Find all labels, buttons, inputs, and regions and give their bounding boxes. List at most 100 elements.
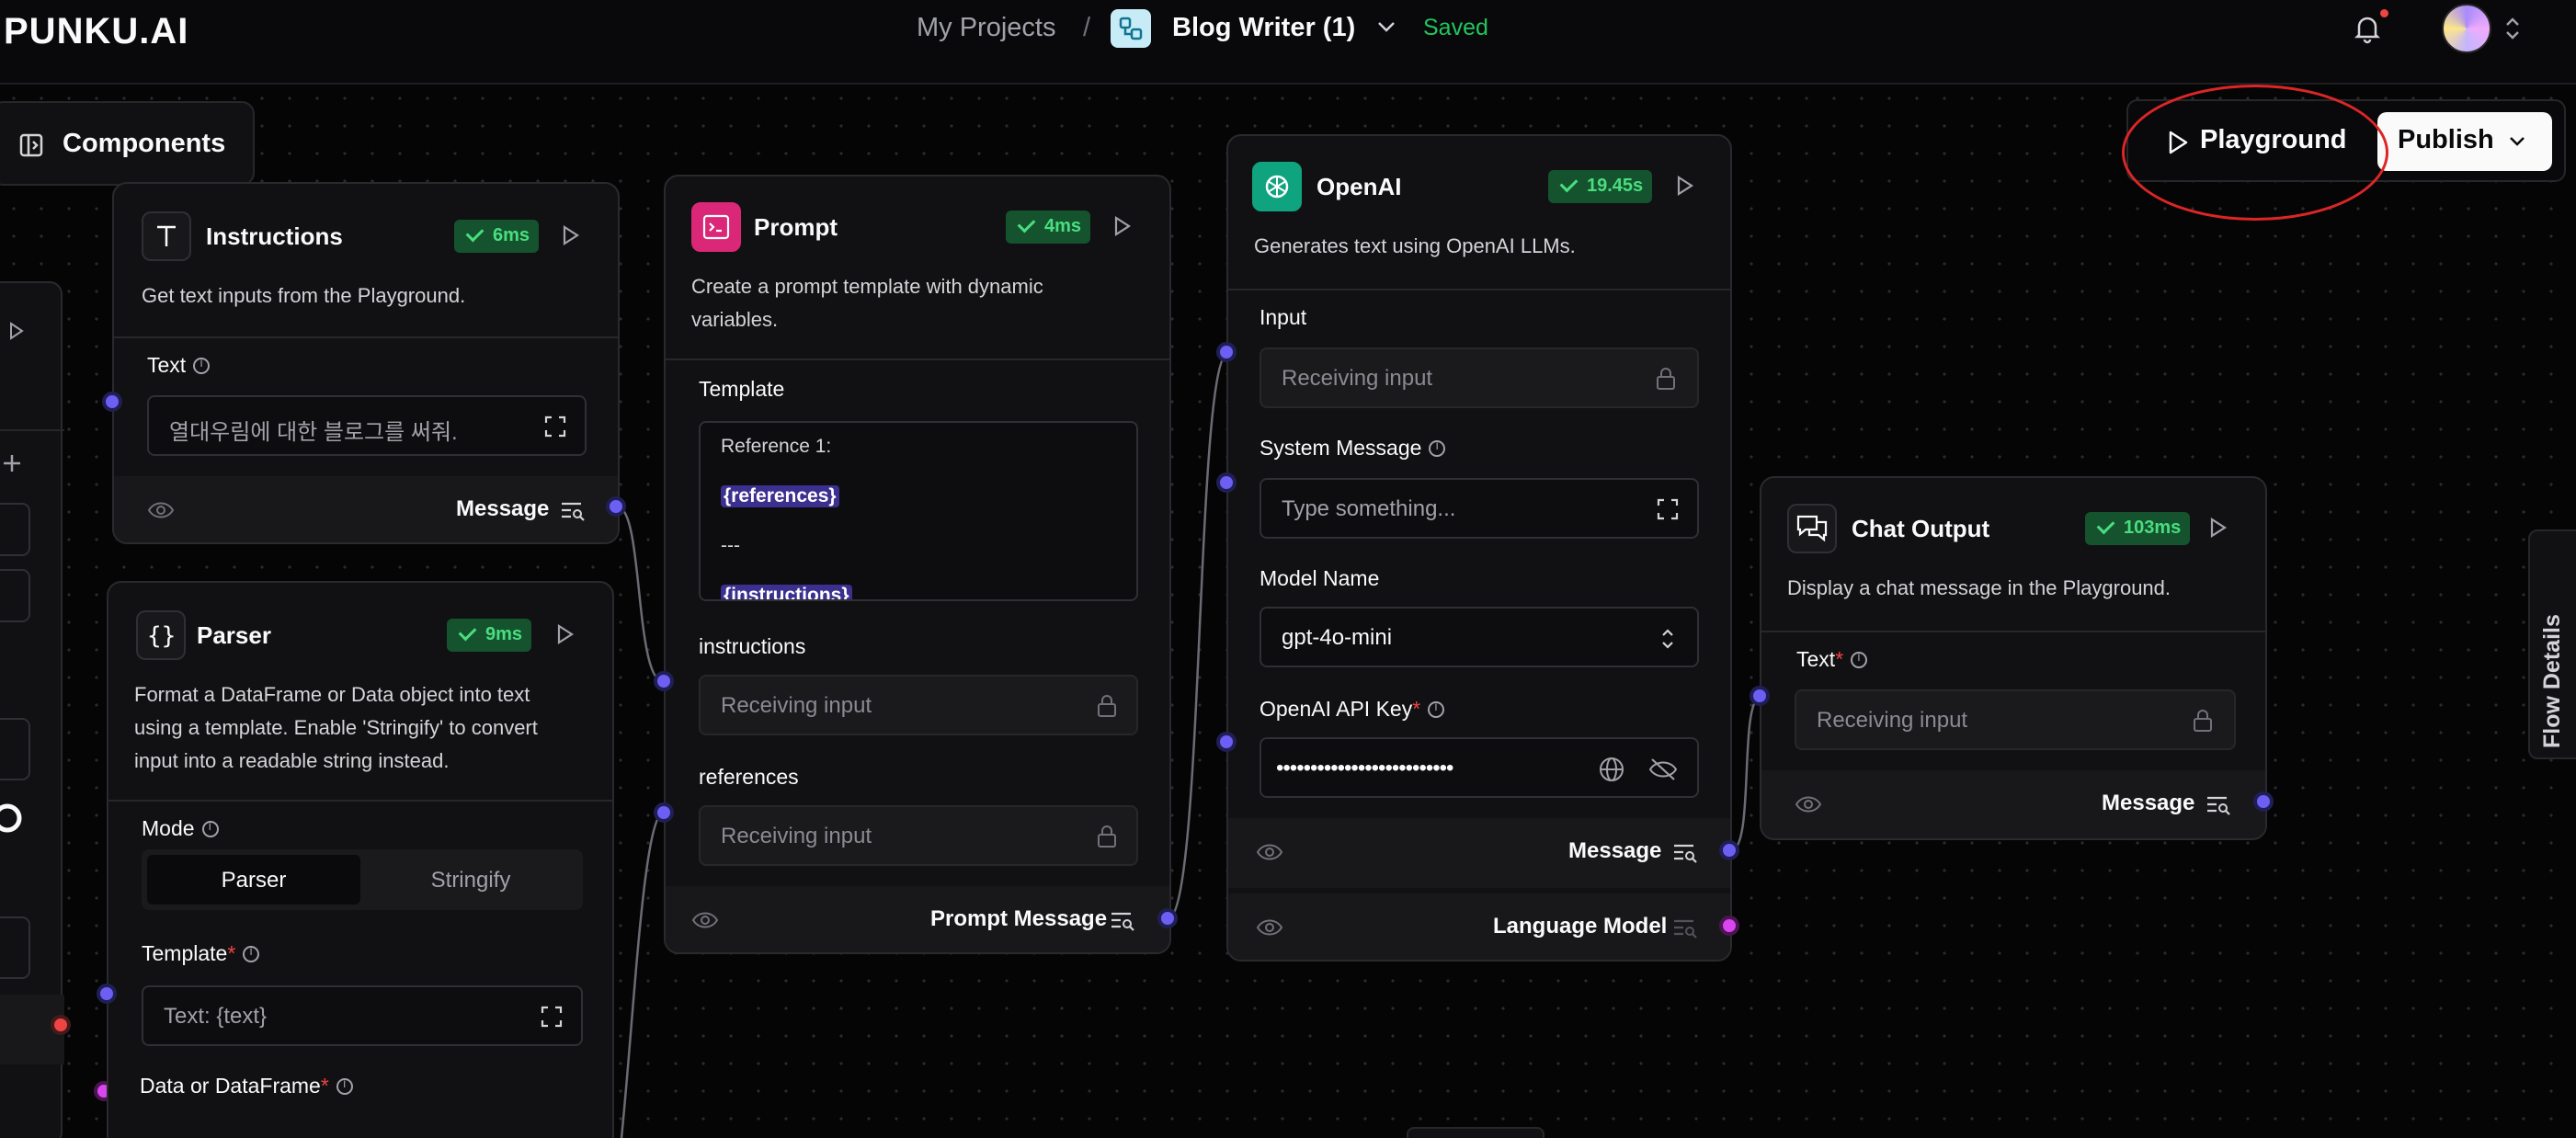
eye-icon[interactable] (1256, 840, 1283, 869)
field-label-mode: Mode (142, 816, 219, 841)
handle-instructions-output[interactable] (606, 496, 626, 517)
eye-icon[interactable] (147, 498, 175, 527)
inspect-output-icon[interactable] (559, 498, 587, 527)
divider (1761, 631, 2265, 632)
status-badge: 6ms (454, 220, 540, 253)
openai-input: Receiving input (1260, 347, 1699, 408)
node-description: Display a chat message in the Playground… (1787, 576, 2171, 599)
inspect-output-icon[interactable] (1109, 908, 1136, 937)
lock-icon (1655, 366, 1677, 396)
template-editor[interactable]: Reference 1: {references} --- {instructi… (699, 421, 1138, 601)
node-title[interactable]: Prompt (754, 213, 838, 242)
app-logo[interactable]: PUNKU.AI (4, 11, 188, 52)
system-message-input[interactable]: Type something... (1260, 478, 1699, 539)
expand-icon[interactable] (1655, 496, 1681, 527)
globe-icon[interactable] (1598, 756, 1625, 788)
handle-prompt-references[interactable] (654, 802, 674, 823)
mode-option-parser[interactable]: Parser (147, 855, 360, 905)
run-node-icon[interactable] (553, 621, 577, 652)
breadcrumb-my-projects[interactable]: My Projects (917, 13, 1055, 43)
chevron-down-icon[interactable] (1374, 15, 1398, 43)
bell-icon[interactable] (2350, 11, 2385, 51)
mode-option-stringify[interactable]: Stringify (364, 855, 577, 905)
expand-icon[interactable] (542, 414, 568, 444)
handle-chat-output[interactable] (2253, 791, 2274, 812)
handle-prompt-instructions[interactable] (654, 671, 674, 691)
info-icon[interactable] (201, 820, 219, 837)
text-input-value: 열대우림에 대한 블로그를 써줘. (169, 420, 458, 445)
eye-icon[interactable] (1795, 792, 1822, 821)
highlight-annotation (2122, 85, 2388, 221)
node-openai[interactable]: OpenAI 19.45s Generates text using OpenA… (1226, 134, 1732, 962)
node-description: Generates text using OpenAI LLMs. (1254, 234, 1576, 257)
lock-icon (1096, 693, 1118, 723)
api-key-input[interactable]: •••••••••••••••••••••••••• (1260, 737, 1699, 798)
chevron-updown-icon[interactable] (2502, 15, 2524, 47)
eye-icon[interactable] (691, 908, 719, 937)
node-prompt[interactable]: Prompt 4ms Create a prompt template with… (664, 175, 1171, 954)
avatar[interactable] (2442, 4, 2491, 53)
notification-dot (2380, 9, 2388, 17)
run-node-icon[interactable] (2206, 515, 2230, 545)
node-parser[interactable]: {} Parser 9ms Format a DataFrame or Data… (107, 581, 614, 1138)
eye-off-icon[interactable] (1647, 756, 1679, 788)
node-title[interactable]: Parser (197, 621, 271, 650)
node-output-row: Message (1761, 770, 2265, 838)
output-label: Language Model (1493, 914, 1668, 939)
publish-button[interactable]: Publish (2377, 112, 2552, 171)
node-title[interactable]: Chat Output (1852, 515, 1989, 543)
handle-instructions-text[interactable] (102, 392, 122, 412)
node-chat-output[interactable]: Chat Output 103ms Display a chat message… (1760, 476, 2267, 840)
chevron-down-icon (2506, 131, 2528, 157)
inspect-output-icon[interactable] (2205, 792, 2232, 821)
expand-icon[interactable] (539, 1004, 564, 1034)
handle-chat-text[interactable] (1750, 686, 1770, 706)
field-label-system-message: System Message (1260, 436, 1446, 461)
info-icon[interactable] (193, 357, 211, 374)
flow-details-tab[interactable]: Flow Details (2528, 529, 2576, 759)
components-button[interactable]: Components (0, 101, 255, 186)
handle-parser-template[interactable] (97, 984, 117, 1004)
status-badge: 103ms (2085, 512, 2191, 545)
chevron-updown-icon (1657, 625, 1679, 657)
template-variable: {instructions} (721, 585, 852, 599)
node-title[interactable]: OpenAI (1316, 173, 1401, 201)
handle-openai-system[interactable] (1216, 472, 1237, 493)
node-output-row: Message (114, 476, 618, 542)
run-node-icon[interactable] (559, 222, 583, 253)
text-input[interactable]: 열대우림에 대한 블로그를 써줘. (147, 395, 587, 456)
info-icon[interactable] (1851, 651, 1868, 668)
chat-text-input: Receiving input (1795, 689, 2236, 750)
node-title[interactable]: Instructions (206, 222, 343, 251)
partial-node-left[interactable] (0, 281, 64, 1138)
handle-openai-model-output[interactable] (1719, 916, 1739, 936)
flow-name[interactable]: Blog Writer (1) (1172, 13, 1355, 43)
run-node-icon[interactable] (1673, 173, 1697, 203)
inspect-output-icon[interactable] (1671, 916, 1699, 944)
inspect-output-icon[interactable] (1671, 840, 1699, 869)
info-icon[interactable] (1428, 700, 1445, 718)
field-label-api-key: OpenAI API Key* (1260, 697, 1445, 722)
prompt-icon (691, 202, 741, 252)
eye-icon[interactable] (1256, 916, 1283, 944)
run-node-icon[interactable] (1111, 213, 1134, 244)
status-badge: 19.45s (1548, 170, 1653, 203)
handle-openai-message-output[interactable] (1719, 840, 1739, 860)
template-input-value: Text: {text} (164, 1004, 268, 1029)
output-label: Message (456, 496, 550, 521)
info-icon[interactable] (1429, 439, 1446, 457)
node-instructions[interactable]: Instructions 6ms Get text inputs from th… (112, 182, 620, 544)
handle-prompt-output[interactable] (1157, 908, 1178, 928)
bottom-panel-stub[interactable] (1407, 1127, 1544, 1138)
node-description: Get text inputs from the Playground. (142, 284, 466, 307)
info-icon[interactable] (243, 945, 260, 962)
info-icon[interactable] (336, 1077, 353, 1095)
sidebar-toggle-icon (18, 132, 44, 163)
handle-openai-input[interactable] (1216, 342, 1237, 362)
model-name-select[interactable]: gpt-4o-mini (1260, 607, 1699, 667)
openai-icon (1252, 162, 1302, 211)
handle-left-output[interactable] (51, 1015, 71, 1035)
template-variable: {references} (721, 485, 839, 507)
template-input[interactable]: Text: {text} (142, 985, 583, 1046)
handle-openai-apikey[interactable] (1216, 732, 1237, 752)
